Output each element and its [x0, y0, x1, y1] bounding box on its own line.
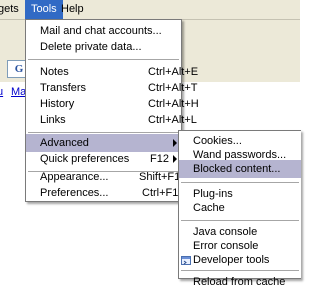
- submenu-arrow-icon: [173, 155, 177, 163]
- menu-item-quick-preferences[interactable]: Quick preferences F12: [26, 150, 181, 168]
- menu-item-label: Reload from cache: [193, 276, 286, 288]
- menu-item-label: Links: [40, 114, 66, 126]
- advanced-submenu: Cookies... Wand passwords... Blocked con…: [178, 130, 301, 288]
- page-link[interactable]: u: [0, 86, 3, 98]
- menu-item-label: Cache: [193, 202, 225, 214]
- menu-item-label: Quick preferences: [40, 153, 130, 165]
- menu-separator: [181, 182, 299, 183]
- page-link[interactable]: Ma: [11, 86, 26, 98]
- menu-item-label: Blocked content...: [193, 163, 281, 175]
- menu-item-label: Delete private data...: [40, 41, 142, 53]
- submenu-item-blocked-content[interactable]: Blocked content...: [179, 160, 301, 178]
- menu-item-links[interactable]: Links Ctrl+Alt+L: [26, 111, 197, 129]
- menu-separator: [181, 220, 299, 221]
- menu-help[interactable]: Help: [55, 0, 90, 19]
- menu-item-shortcut: F12: [150, 153, 169, 165]
- menu-separator: [28, 132, 179, 133]
- menu-widgets[interactable]: gets: [0, 0, 25, 19]
- submenu-arrow-icon: [173, 139, 177, 147]
- menu-item-preferences[interactable]: Preferences... Ctrl+F12: [26, 184, 185, 202]
- menu-separator: [28, 59, 179, 60]
- menu-bar: gets Tools Help: [0, 0, 300, 20]
- tools-menu: Mail and chat accounts... Delete private…: [25, 19, 199, 202]
- menu-item-delete-private-data[interactable]: Delete private data...: [26, 38, 181, 56]
- submenu-item-cache[interactable]: Cache: [179, 199, 301, 217]
- submenu-item-reload-from-cache[interactable]: Reload from cache: [179, 263, 301, 288]
- menu-item-label: Preferences...: [40, 187, 109, 199]
- menu-item-shortcut: Ctrl+Alt+L: [148, 114, 197, 126]
